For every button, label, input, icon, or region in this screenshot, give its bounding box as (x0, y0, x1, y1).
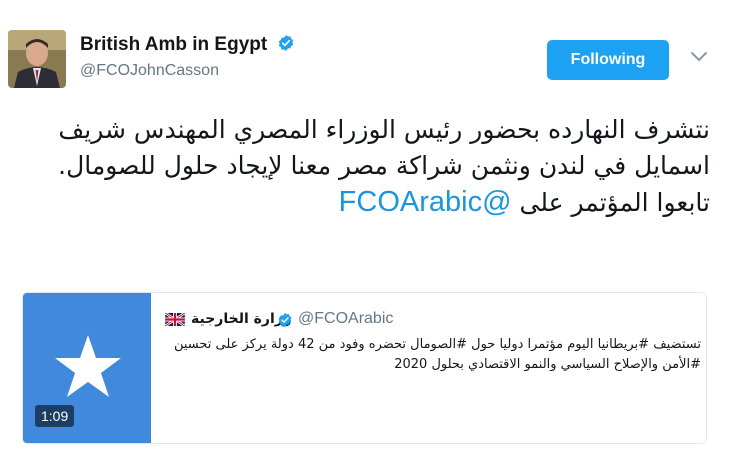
tweet-text: نتشرف النهارده بحضور رئيس الوزراء المصري… (50, 112, 710, 221)
following-button[interactable]: Following (547, 40, 669, 80)
quoted-tweet-text: تستضيف #بريطانيا اليوم مؤتمرا دوليا حول … (173, 337, 701, 372)
uk-flag-icon (165, 313, 185, 326)
tweet-body-line2: تابعوا المؤتمر على (519, 188, 710, 217)
mention-link[interactable]: @FCOArabic (339, 186, 512, 218)
video-duration: 1:09 (35, 405, 75, 427)
verified-badge-icon (279, 35, 294, 51)
star-icon (55, 335, 121, 397)
chevron-down-icon[interactable] (689, 50, 709, 64)
quoted-tweet-card[interactable]: 1:09 وزارة الخارجية @FCOArabic تستضيف #ب… (22, 292, 707, 444)
verified-badge-icon (278, 313, 292, 327)
tweet-header: British Amb in Egypt @FCOJohnCasson Foll… (0, 0, 746, 100)
tweet-body: نتشرف النهارده بحضور رئيس الوزراء المصري… (58, 115, 710, 180)
avatar[interactable] (8, 30, 66, 88)
author-name[interactable]: British Amb in Egypt (80, 34, 295, 56)
quoted-author-handle[interactable]: @FCOArabic (298, 310, 393, 328)
quoted-header: وزارة الخارجية @FCOArabic (165, 310, 705, 333)
author-handle[interactable]: @FCOJohnCasson (80, 62, 219, 80)
video-thumbnail[interactable]: 1:09 (23, 293, 151, 443)
